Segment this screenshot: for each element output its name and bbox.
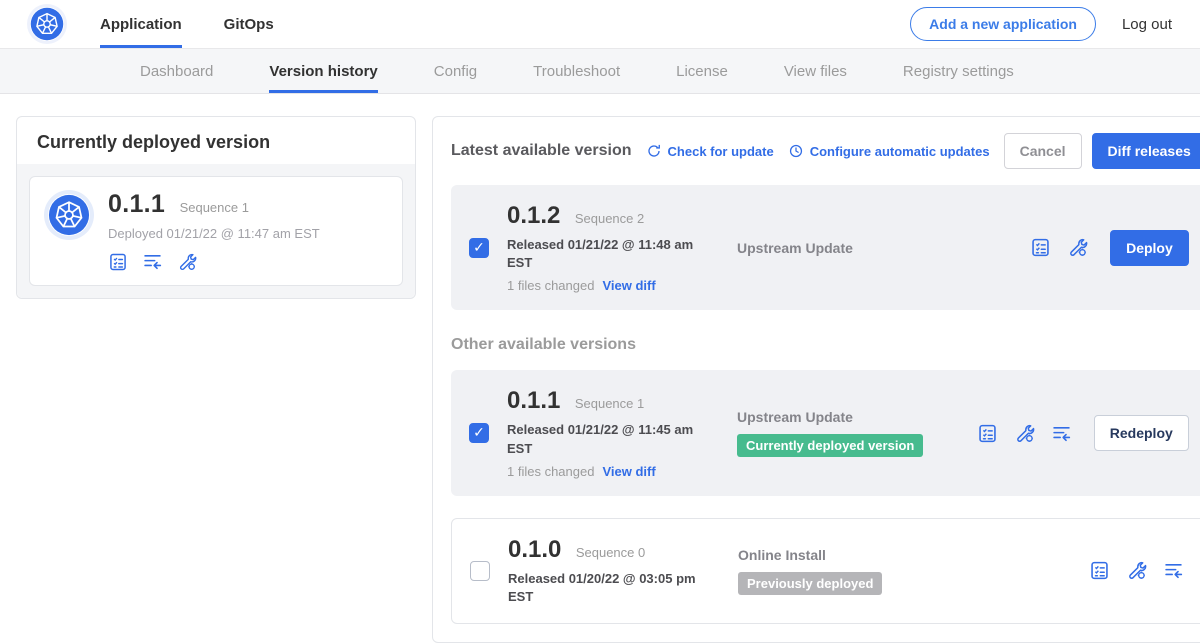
currently-deployed-title: Currently deployed version — [17, 117, 415, 164]
deployed-version-details: 0.1.1 Sequence 1 Deployed 01/21/22 @ 11:… — [108, 190, 320, 272]
release-notes-icon[interactable] — [977, 423, 998, 444]
kubernetes-logo-icon — [30, 7, 64, 41]
subnav-item-config[interactable]: Config — [434, 49, 477, 93]
release-notes-icon[interactable] — [108, 252, 128, 272]
view-diff-link[interactable]: View diff — [602, 464, 655, 479]
version-info: 0.1.0 Sequence 0 Released 01/20/22 @ 03:… — [508, 536, 720, 606]
logout-button[interactable]: Log out — [1122, 16, 1172, 33]
version-number: 0.1.2 — [507, 202, 560, 229]
subnav-item-version-history[interactable]: Version history — [269, 49, 377, 93]
latest-version-title: Latest available version — [451, 142, 632, 160]
release-notes-icon[interactable] — [1089, 560, 1110, 581]
version-row-0-1-2: 0.1.2 Sequence 2 Released 01/21/22 @ 11:… — [451, 185, 1200, 310]
subnav-item-troubleshoot-label: Troubleshoot — [533, 63, 620, 80]
deployed-version-card: 0.1.1 Sequence 1 Deployed 01/21/22 @ 11:… — [29, 176, 403, 286]
sequence-label: Sequence 0 — [576, 545, 645, 560]
source-label: Upstream Update — [737, 240, 1012, 256]
nav-tab-gitops-label: GitOps — [224, 16, 274, 33]
files-changed-line: 1 files changed View diff — [507, 278, 719, 293]
version-info: 0.1.1 Sequence 1 Released 01/21/22 @ 11:… — [507, 387, 719, 478]
version-history-panel: Latest available version Check for updat… — [432, 116, 1200, 643]
deployed-version-number: 0.1.1 — [108, 190, 165, 218]
deploy-button[interactable]: Deploy — [1110, 230, 1189, 266]
deployed-actions — [108, 251, 320, 272]
subnav-item-view-files-label: View files — [784, 63, 847, 80]
sequence-label: Sequence 1 — [575, 396, 644, 411]
diff-icon[interactable] — [142, 251, 163, 272]
nav-tab-application[interactable]: Application — [100, 0, 182, 48]
version-history-header: Latest available version Check for updat… — [451, 133, 1200, 169]
version-info: 0.1.2 Sequence 2 Released 01/21/22 @ 11:… — [507, 202, 719, 293]
subnav-item-dashboard[interactable]: Dashboard — [140, 49, 213, 93]
version-checkbox[interactable] — [470, 561, 490, 581]
subnav-item-dashboard-label: Dashboard — [140, 63, 213, 80]
version-number: 0.1.1 — [507, 387, 560, 414]
released-timestamp: Released 01/21/22 @ 11:45 am EST — [507, 421, 703, 457]
version-checkbox[interactable] — [469, 238, 489, 258]
diff-releases-button[interactable]: Diff releases — [1092, 133, 1200, 169]
config-icon[interactable] — [1067, 237, 1088, 258]
version-actions — [977, 423, 1072, 444]
version-actions — [1089, 560, 1184, 581]
other-versions-title: Other available versions — [451, 336, 1200, 354]
configure-auto-updates-link[interactable]: Configure automatic updates — [788, 143, 990, 159]
subnav-item-registry-settings-label: Registry settings — [903, 63, 1014, 80]
version-source: Online Install Previously deployed — [738, 547, 1071, 595]
subnav-item-license-label: License — [676, 63, 728, 80]
config-icon[interactable] — [1014, 423, 1035, 444]
files-changed-label: 1 files changed — [507, 278, 594, 293]
subnav-item-view-files[interactable]: View files — [784, 49, 847, 93]
navbar-right: Add a new application Log out — [910, 7, 1172, 41]
primary-nav: Application GitOps — [100, 0, 274, 48]
config-icon[interactable] — [177, 252, 197, 272]
version-number: 0.1.0 — [508, 536, 561, 563]
currently-deployed-body: 0.1.1 Sequence 1 Deployed 01/21/22 @ 11:… — [17, 164, 415, 298]
add-application-button[interactable]: Add a new application — [910, 7, 1096, 41]
files-changed-label: 1 files changed — [507, 464, 594, 479]
view-diff-link[interactable]: View diff — [602, 278, 655, 293]
version-row-0-1-0: 0.1.0 Sequence 0 Released 01/20/22 @ 03:… — [451, 518, 1200, 624]
version-source: Upstream Update Currently deployed versi… — [737, 409, 959, 457]
version-source: Upstream Update — [737, 240, 1012, 256]
check-for-update-link[interactable]: Check for update — [646, 143, 774, 159]
subnav-item-registry-settings[interactable]: Registry settings — [903, 49, 1014, 93]
main-content: Currently deployed version 0.1.1 Sequenc… — [0, 94, 1200, 643]
subnav-item-config-label: Config — [434, 63, 477, 80]
source-label: Upstream Update — [737, 409, 959, 425]
previously-deployed-badge: Previously deployed — [738, 572, 882, 595]
currently-deployed-panel: Currently deployed version 0.1.1 Sequenc… — [16, 116, 416, 299]
nav-tab-gitops[interactable]: GitOps — [224, 0, 274, 48]
subnav-item-version-history-label: Version history — [269, 63, 377, 80]
configure-auto-updates-label: Configure automatic updates — [810, 144, 990, 159]
cancel-button[interactable]: Cancel — [1004, 133, 1082, 169]
deployed-timestamp: Deployed 01/21/22 @ 11:47 am EST — [108, 226, 320, 241]
subnav-item-license[interactable]: License — [676, 49, 728, 93]
files-changed-line: 1 files changed View diff — [507, 464, 719, 479]
app-subnav: Dashboard Version history Config Trouble… — [0, 49, 1200, 94]
source-label: Online Install — [738, 547, 1071, 563]
release-notes-icon[interactable] — [1030, 237, 1051, 258]
diff-icon[interactable] — [1163, 560, 1184, 581]
diff-icon[interactable] — [1051, 423, 1072, 444]
deployed-sequence-label: Sequence 1 — [180, 200, 249, 215]
nav-tab-application-label: Application — [100, 16, 182, 33]
config-icon[interactable] — [1126, 560, 1147, 581]
version-row-0-1-1: 0.1.1 Sequence 1 Released 01/21/22 @ 11:… — [451, 370, 1200, 495]
version-checkbox[interactable] — [469, 423, 489, 443]
clock-icon — [788, 143, 804, 159]
sequence-label: Sequence 2 — [575, 211, 644, 226]
top-navbar: Application GitOps Add a new application… — [0, 0, 1200, 49]
kubernetes-app-icon — [48, 194, 90, 236]
released-timestamp: Released 01/20/22 @ 03:05 pm EST — [508, 570, 704, 606]
check-for-update-label: Check for update — [668, 144, 774, 159]
version-actions — [1030, 237, 1088, 258]
redeploy-button[interactable]: Redeploy — [1094, 415, 1189, 451]
subnav-item-troubleshoot[interactable]: Troubleshoot — [533, 49, 620, 93]
released-timestamp: Released 01/21/22 @ 11:48 am EST — [507, 236, 703, 272]
currently-deployed-badge: Currently deployed version — [737, 434, 923, 457]
refresh-icon — [646, 143, 662, 159]
